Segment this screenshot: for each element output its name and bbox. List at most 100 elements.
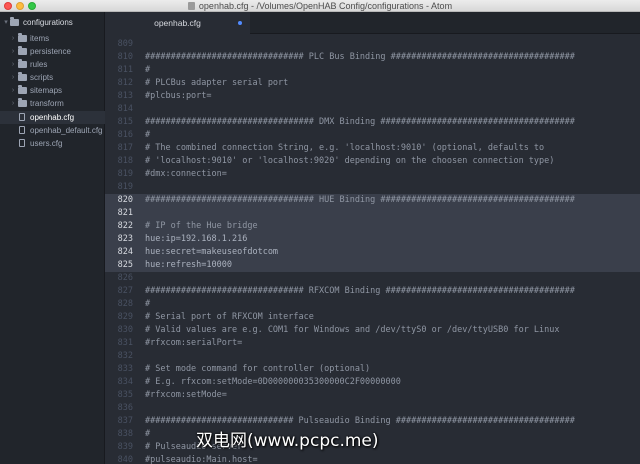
- code-line[interactable]: 816 #: [105, 129, 640, 142]
- code-line[interactable]: 830 # Valid values are e.g. COM1 for Wind…: [105, 324, 640, 337]
- line-number[interactable]: 827: [105, 285, 133, 298]
- code-line[interactable]: 821: [105, 207, 640, 220]
- line-number[interactable]: 817: [105, 142, 133, 155]
- tree-item-items[interactable]: › items: [0, 32, 105, 45]
- tab-bar: openhab.cfg: [105, 12, 640, 34]
- code-line[interactable]: 813 #plcbus:port=: [105, 90, 640, 103]
- tree-item-rules[interactable]: › rules: [0, 58, 105, 71]
- line-number[interactable]: 836: [105, 402, 133, 415]
- code-line[interactable]: 829 # Serial port of RFXCOM interface: [105, 311, 640, 324]
- tree-item-label: transform: [30, 99, 64, 108]
- code-line[interactable]: 840 #pulseaudio:Main.host=: [105, 454, 640, 464]
- line-number[interactable]: 833: [105, 363, 133, 376]
- line-number[interactable]: 820: [105, 194, 133, 207]
- code-line[interactable]: 811 #: [105, 64, 640, 77]
- tree-item-label: rules: [30, 60, 48, 69]
- code-text: hue:ip=192.168.1.216: [145, 234, 248, 244]
- code-line[interactable]: 826: [105, 272, 640, 285]
- code-line[interactable]: 820 ################################# HUE…: [105, 194, 640, 207]
- line-number[interactable]: 823: [105, 233, 133, 246]
- tree-item-sitemaps[interactable]: › sitemaps: [0, 84, 105, 97]
- line-number[interactable]: 812: [105, 77, 133, 90]
- code-line[interactable]: 823 hue:ip=192.168.1.216: [105, 233, 640, 246]
- code-line[interactable]: 822 # IP of the Hue bridge: [105, 220, 640, 233]
- tree-item-label: openhab_default.cfg: [30, 126, 103, 135]
- code-line[interactable]: 834 # E.g. rfxcom:setMode=0D0000000353000…: [105, 376, 640, 389]
- line-number[interactable]: 835: [105, 389, 133, 402]
- file-icon: [19, 113, 25, 121]
- tree-item-label: openhab.cfg: [30, 113, 75, 122]
- line-number[interactable]: 809: [105, 38, 133, 51]
- line-number[interactable]: 810: [105, 51, 133, 64]
- line-number[interactable]: 818: [105, 155, 133, 168]
- tree-view: ▾ configurations › items › persistence ›…: [0, 12, 105, 464]
- line-number[interactable]: 814: [105, 103, 133, 116]
- code-line[interactable]: 815 ################################# DMX…: [105, 116, 640, 129]
- line-number[interactable]: 822: [105, 220, 133, 233]
- line-number[interactable]: 837: [105, 415, 133, 428]
- code-line[interactable]: 831 #rfxcom:serialPort=: [105, 337, 640, 350]
- code-text: #: [145, 429, 151, 439]
- code-line[interactable]: 832: [105, 350, 640, 363]
- tree-item-scripts[interactable]: › scripts: [0, 71, 105, 84]
- code-line[interactable]: 819 #dmx:connection=: [105, 168, 640, 181]
- tree-item-persistence[interactable]: › persistence: [0, 45, 105, 58]
- code-line[interactable]: 825 hue:refresh=10000: [105, 259, 640, 272]
- line-number[interactable]: 815: [105, 116, 133, 129]
- line-number[interactable]: 825: [105, 259, 133, 272]
- code-line[interactable]: 818 # 'localhost:9010' or 'localhost:9020…: [105, 155, 640, 168]
- tree-item-users-cfg[interactable]: users.cfg: [0, 137, 105, 150]
- file-icon: [19, 126, 25, 134]
- tree-item-label: items: [30, 34, 50, 43]
- code-line[interactable]: 836: [105, 402, 640, 415]
- modified-indicator-icon[interactable]: [238, 21, 242, 25]
- line-number[interactable]: 838: [105, 428, 133, 441]
- code-text: # Set mode command for controller (optio…: [145, 364, 371, 374]
- tree-item-openhab-cfg[interactable]: openhab.cfg: [0, 111, 105, 124]
- line-number[interactable]: 840: [105, 454, 133, 464]
- chevron-right-icon: ›: [11, 100, 15, 107]
- code-text: ################################# DMX Bi…: [145, 117, 575, 127]
- code-line[interactable]: 810 ############################### PLC B…: [105, 51, 640, 64]
- code-line[interactable]: 824 hue:secret=makeuseofdotcom: [105, 246, 640, 259]
- folder-icon: [18, 46, 27, 55]
- code-line[interactable]: 812 # PLCBus adapter serial port: [105, 77, 640, 90]
- code-text: # 'localhost:9010' or 'localhost:9020' d…: [145, 156, 555, 166]
- code-text: # PLCBus adapter serial port: [145, 78, 289, 88]
- line-number[interactable]: 826: [105, 272, 133, 285]
- line-number[interactable]: 839: [105, 441, 133, 454]
- code-text: # E.g. rfxcom:setMode=0D000000035300000C…: [145, 377, 401, 387]
- line-number[interactable]: 813: [105, 90, 133, 103]
- code-line[interactable]: 827 ############################### RFXCO…: [105, 285, 640, 298]
- folder-icon: [10, 17, 19, 26]
- line-number[interactable]: 821: [105, 207, 133, 220]
- tree-root-configurations[interactable]: ▾ configurations: [0, 16, 105, 29]
- code-line[interactable]: 835 #rfxcom:setMode=: [105, 389, 640, 402]
- line-number[interactable]: 819: [105, 168, 133, 181]
- line-number[interactable]: 828: [105, 298, 133, 311]
- line-number[interactable]: 830: [105, 324, 133, 337]
- line-number[interactable]: 829: [105, 311, 133, 324]
- text-editor[interactable]: 809 810 ############################### PL…: [105, 34, 640, 464]
- title-bar: openhab.cfg - /Volumes/OpenHAB Config/co…: [0, 0, 640, 12]
- tab-openhab-cfg[interactable]: openhab.cfg: [105, 12, 250, 34]
- line-number[interactable]: 831: [105, 337, 133, 350]
- line-number[interactable]: 811: [105, 64, 133, 77]
- code-text: hue:refresh=10000: [145, 260, 232, 270]
- code-line[interactable]: 828 #: [105, 298, 640, 311]
- line-number[interactable]: 824: [105, 246, 133, 259]
- tree-item-transform[interactable]: › transform: [0, 97, 105, 110]
- code-line[interactable]: 809: [105, 38, 640, 51]
- code-text: #plcbus:port=: [145, 91, 212, 101]
- line-number[interactable]: 819: [105, 181, 133, 194]
- code-line[interactable]: 819: [105, 181, 640, 194]
- tree-item-openhab-default-cfg[interactable]: openhab_default.cfg: [0, 124, 105, 137]
- code-line[interactable]: 817 # The combined connection String, e.g…: [105, 142, 640, 155]
- code-text: hue:secret=makeuseofdotcom: [145, 247, 279, 257]
- code-line[interactable]: 833 # Set mode command for controller (op…: [105, 363, 640, 376]
- line-number[interactable]: 834: [105, 376, 133, 389]
- line-number[interactable]: 832: [105, 350, 133, 363]
- code-line[interactable]: 814: [105, 103, 640, 116]
- tree-item-label: sitemaps: [30, 86, 63, 95]
- line-number[interactable]: 816: [105, 129, 133, 142]
